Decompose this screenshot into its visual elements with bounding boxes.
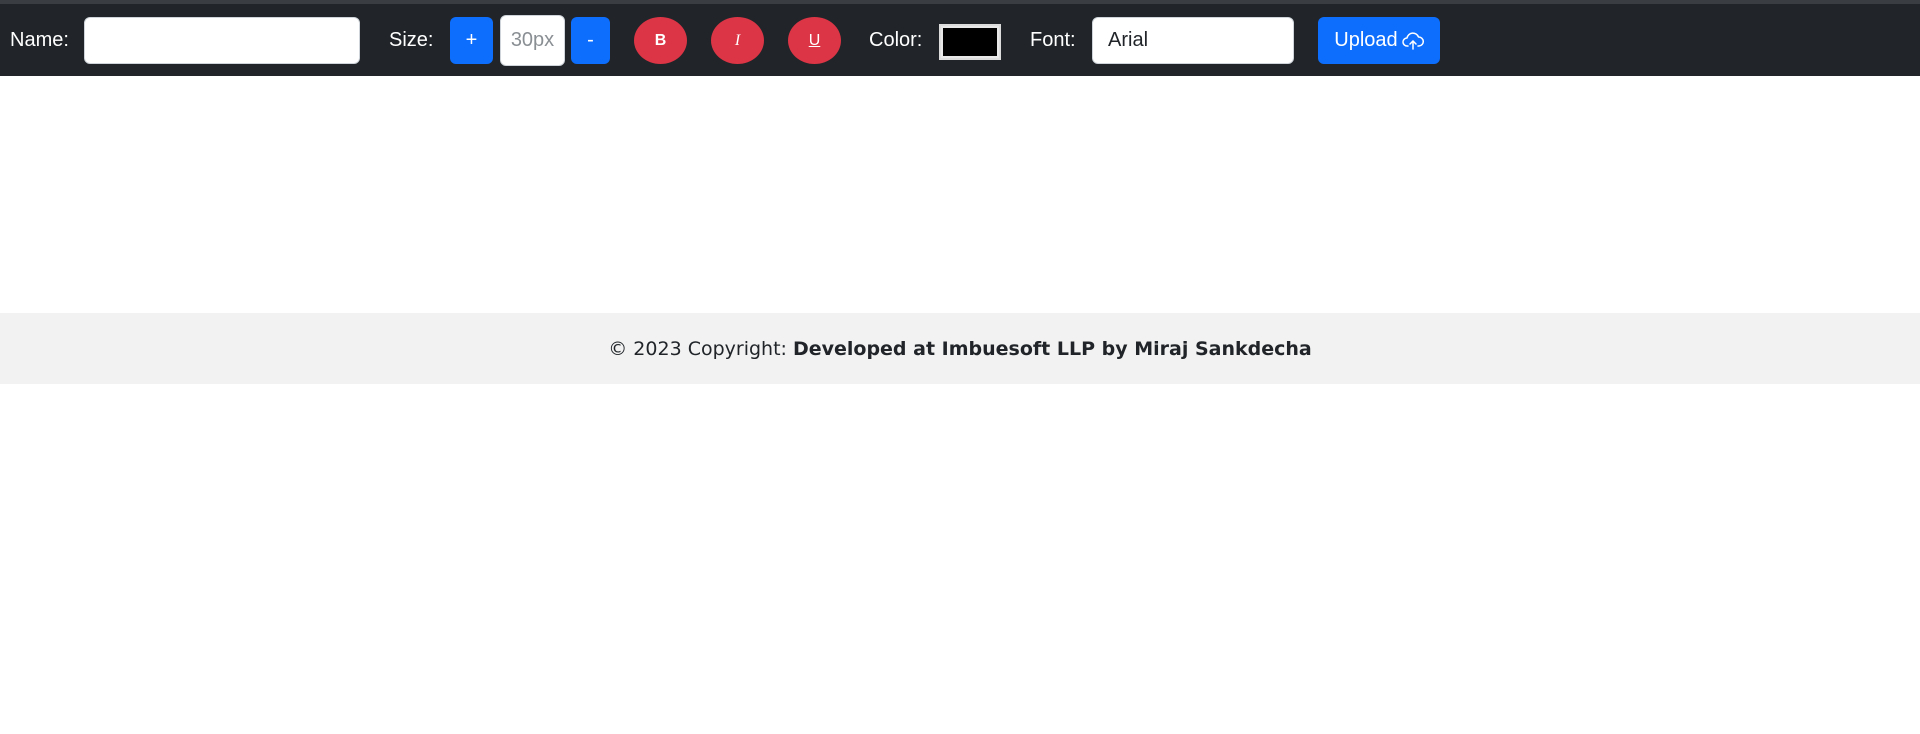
color-swatch-fill — [943, 28, 997, 56]
underline-icon: U — [808, 31, 821, 49]
italic-icon: I — [734, 31, 741, 49]
name-input[interactable] — [84, 17, 360, 64]
font-label: Font: — [1030, 29, 1076, 51]
developer-credit: Developed at Imbuesoft LLP by Miraj Sank… — [792, 337, 1312, 360]
underline-button[interactable]: U — [788, 17, 841, 64]
size-input[interactable] — [500, 15, 565, 66]
editor-toolbar: Name: Size: + - B I U Color: Font: Uploa… — [0, 4, 1920, 76]
bold-button[interactable]: B — [634, 17, 687, 64]
upload-label: Upload — [1334, 29, 1398, 51]
name-label: Name: — [10, 29, 69, 51]
italic-button[interactable]: I — [711, 17, 764, 64]
size-decrease-button[interactable]: - — [571, 17, 610, 64]
bold-icon: B — [654, 31, 667, 49]
size-label: Size: — [389, 29, 434, 51]
copyright-text: © 2023 Copyright: — [608, 337, 787, 360]
cloud-upload-icon — [1401, 31, 1424, 51]
color-label: Color: — [869, 29, 923, 51]
font-input[interactable] — [1092, 17, 1294, 64]
upload-button[interactable]: Upload — [1318, 17, 1440, 64]
color-picker[interactable] — [939, 24, 1001, 60]
size-increase-button[interactable]: + — [450, 17, 493, 64]
page-footer: © 2023 Copyright: Developed at Imbuesoft… — [0, 313, 1920, 384]
